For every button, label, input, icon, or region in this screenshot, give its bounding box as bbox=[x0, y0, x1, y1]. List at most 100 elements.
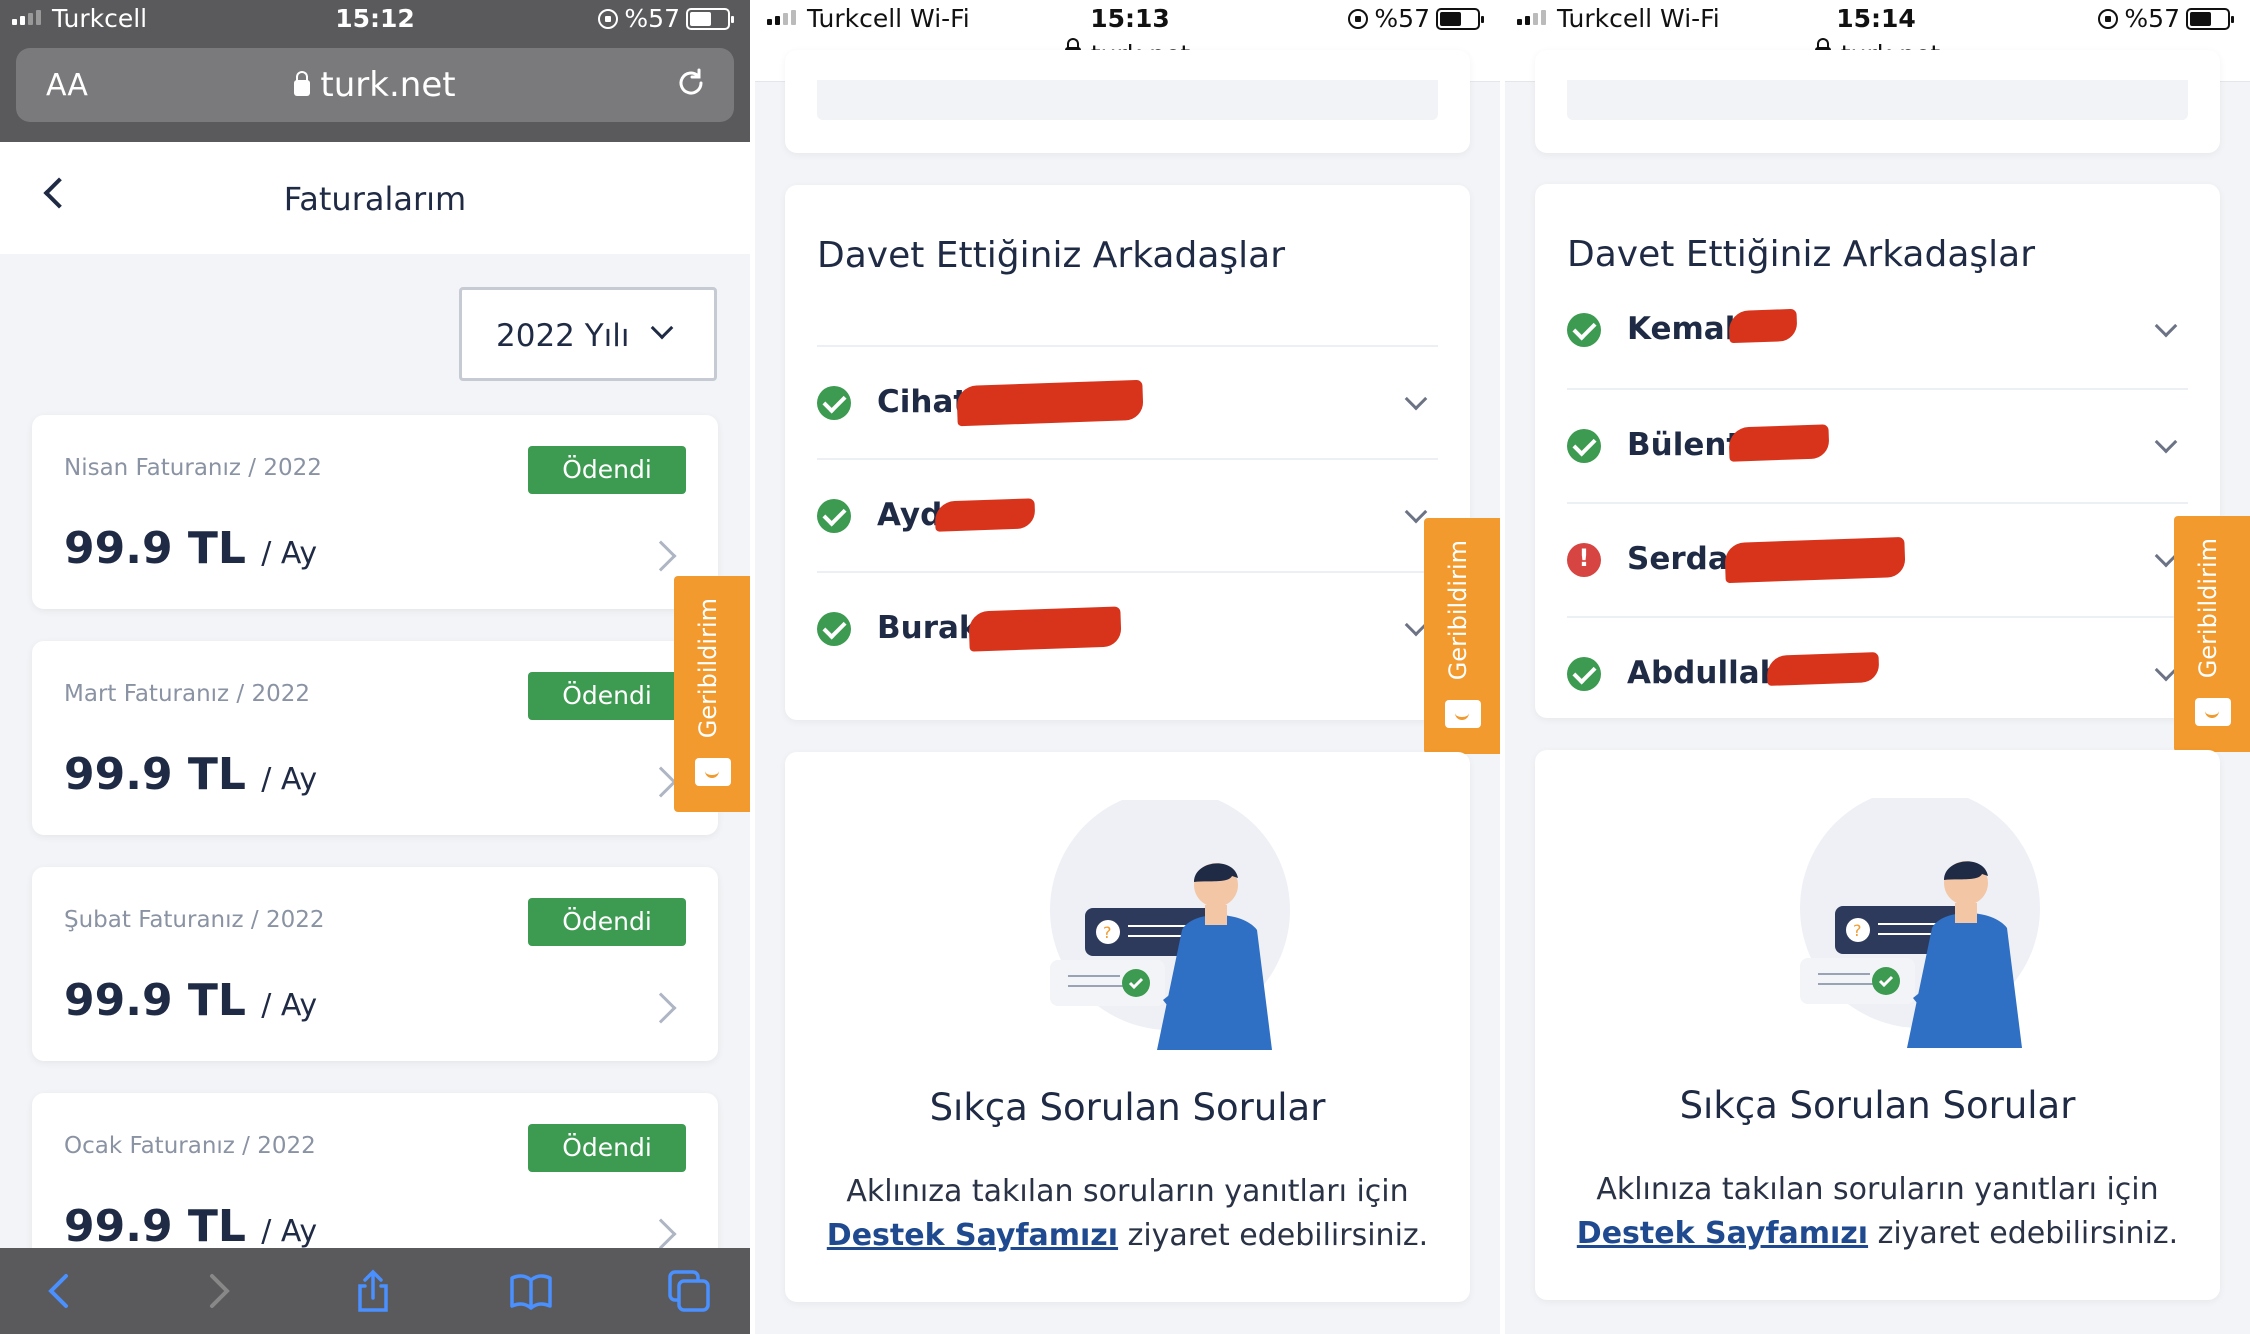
battery-icon bbox=[686, 7, 734, 30]
status-time: 15:13 bbox=[1090, 4, 1170, 33]
feedback-label: Geribildirim bbox=[694, 598, 722, 739]
chevron-down-icon bbox=[650, 316, 674, 340]
battery-icon bbox=[2186, 7, 2234, 30]
friend-name: Abdullah bbox=[1627, 655, 1782, 691]
feedback-label: Geribildirim bbox=[1444, 540, 1472, 681]
friend-name: Kemal bbox=[1627, 311, 1736, 347]
carrier-label: Turkcell Wi-Fi bbox=[807, 4, 970, 33]
section-title: Davet Ettiğiniz Arkadaşlar bbox=[817, 235, 1286, 276]
page-title: Faturalarım bbox=[283, 180, 467, 218]
check-circle-icon bbox=[817, 612, 851, 646]
chevron-right-icon bbox=[645, 992, 677, 1024]
feedback-label: Geribildirim bbox=[2194, 538, 2222, 679]
feedback-tab[interactable]: Geribildirim bbox=[1424, 518, 1500, 754]
smile-icon bbox=[695, 758, 731, 786]
invoice-amount: 99.9 TL / Ay bbox=[64, 749, 318, 800]
year-select-value: 2022 Yılı bbox=[496, 318, 630, 354]
redaction-mark bbox=[934, 498, 1036, 532]
svg-text:?: ? bbox=[1853, 921, 1862, 940]
status-time: 15:14 bbox=[1836, 4, 1916, 33]
status-bar: Turkcell 15:12 %57 bbox=[0, 0, 750, 40]
chevron-right-icon bbox=[645, 766, 677, 798]
invoice-label: Ocak Faturanız / 2022 bbox=[64, 1133, 316, 1159]
invoice-card[interactable]: Nisan Faturanız / 2022 Ödendi 99.9 TL / … bbox=[32, 415, 718, 609]
faq-description: Aklınıza takılan soruların yanıtları içi… bbox=[826, 1174, 1429, 1253]
error-circle-icon bbox=[1567, 543, 1601, 577]
tabs-icon[interactable] bbox=[666, 1268, 712, 1314]
svg-text:?: ? bbox=[1103, 923, 1112, 942]
redaction-mark bbox=[1728, 424, 1830, 462]
paid-badge: Ödendi bbox=[528, 672, 686, 720]
invoice-card[interactable]: Mart Faturanız / 2022 Ödendi 99.9 TL / A… bbox=[32, 641, 718, 835]
check-circle-icon bbox=[1567, 429, 1601, 463]
friend-name: Burak bbox=[877, 610, 980, 646]
redaction-mark bbox=[1724, 536, 1906, 584]
friend-row[interactable]: Bülent bbox=[1567, 388, 2188, 501]
invoice-card[interactable]: Şubat Faturanız / 2022 Ödendi 99.9 TL / … bbox=[32, 867, 718, 1061]
chevron-right-icon bbox=[645, 540, 677, 572]
bookmarks-icon[interactable] bbox=[508, 1268, 554, 1314]
invoice-label: Mart Faturanız / 2022 bbox=[64, 681, 311, 707]
forward-icon[interactable] bbox=[196, 1268, 242, 1314]
rotation-lock-icon bbox=[2098, 8, 2119, 29]
browser-toolbar bbox=[0, 1248, 750, 1334]
chevron-down-icon bbox=[2154, 314, 2178, 338]
redaction-mark bbox=[956, 379, 1144, 427]
reload-icon[interactable] bbox=[674, 66, 708, 100]
friend-row[interactable]: Burak bbox=[817, 571, 1438, 684]
page-header: Faturalarım bbox=[0, 142, 750, 254]
section-title: Davet Ettiğiniz Arkadaşlar bbox=[1567, 234, 2036, 275]
friend-name: Cihat bbox=[877, 384, 969, 420]
feedback-tab[interactable]: Geribildirim bbox=[2174, 516, 2250, 752]
signal-icon bbox=[1517, 10, 1546, 25]
friend-row[interactable]: Serdar bbox=[1567, 502, 2188, 615]
friend-name: Bülent bbox=[1627, 427, 1742, 463]
share-icon[interactable] bbox=[350, 1268, 396, 1314]
support-page-link[interactable]: Destek Sayfamızı bbox=[827, 1218, 1118, 1253]
check-circle-icon bbox=[1567, 657, 1601, 691]
battery-percent: %57 bbox=[624, 4, 680, 33]
signal-icon bbox=[767, 10, 796, 25]
top-card bbox=[1535, 50, 2220, 153]
friend-row[interactable]: Cihat bbox=[817, 345, 1438, 458]
faq-title: Sıkça Sorulan Sorular bbox=[929, 1086, 1326, 1129]
battery-icon bbox=[1436, 7, 1484, 30]
invoice-label: Nisan Faturanız / 2022 bbox=[64, 455, 322, 481]
battery-indicator: %57 bbox=[1348, 4, 1484, 33]
invoice-amount: 99.9 TL / Ay bbox=[64, 975, 318, 1026]
friend-row[interactable]: Abdullah bbox=[1567, 616, 2188, 718]
rotation-lock-icon bbox=[598, 8, 619, 29]
status-time: 15:12 bbox=[335, 4, 415, 33]
redaction-mark bbox=[1766, 652, 1880, 686]
paid-badge: Ödendi bbox=[528, 446, 686, 494]
support-page-link[interactable]: Destek Sayfamızı bbox=[1577, 1216, 1868, 1251]
browser-chrome: Turkcell 15:12 %57 AA turk.net bbox=[0, 0, 750, 142]
battery-indicator: %57 bbox=[2098, 4, 2234, 33]
paid-badge: Ödendi bbox=[528, 898, 686, 946]
faq-card: ? Sıkça Sorulan Sorular Aklınıza takılan… bbox=[785, 752, 1470, 1302]
smile-icon bbox=[1445, 700, 1481, 728]
invoice-label: Şubat Faturanız / 2022 bbox=[64, 907, 325, 933]
support-illustration: ? bbox=[1800, 798, 2040, 1048]
lock-icon bbox=[294, 71, 311, 96]
chevron-down-icon bbox=[1404, 387, 1428, 411]
address-bar[interactable]: AA turk.net bbox=[16, 48, 734, 122]
faq-description: Aklınıza takılan soruların yanıtları içi… bbox=[1576, 1172, 2179, 1251]
invoice-amount: 99.9 TL / Ay bbox=[64, 523, 318, 574]
chevron-right-icon bbox=[645, 1218, 677, 1250]
referrals-screen-2: Turkcell Wi-Fi 15:14 %57 turk.net Davet … bbox=[1505, 0, 2250, 1334]
invited-friends-card: Davet Ettiğiniz Arkadaşlar Cihat Aydın B… bbox=[785, 185, 1470, 720]
rotation-lock-icon bbox=[1348, 8, 1369, 29]
chevron-down-icon bbox=[2154, 430, 2178, 454]
friend-row[interactable]: Aydın bbox=[817, 458, 1438, 571]
check-circle-icon bbox=[1567, 313, 1601, 347]
signal-icon bbox=[12, 10, 41, 25]
url-text: turk.net bbox=[320, 65, 456, 105]
battery-indicator: %57 bbox=[598, 4, 734, 33]
back-icon[interactable] bbox=[36, 1268, 82, 1314]
paid-badge: Ödendi bbox=[528, 1124, 686, 1172]
feedback-tab[interactable]: Geribildirim bbox=[674, 576, 750, 812]
friend-row[interactable]: Kemal bbox=[1567, 274, 2188, 387]
faq-card: ? Sıkça Sorulan Sorular Aklınıza takılan… bbox=[1535, 750, 2220, 1300]
year-select[interactable]: 2022 Yılı bbox=[459, 287, 717, 381]
